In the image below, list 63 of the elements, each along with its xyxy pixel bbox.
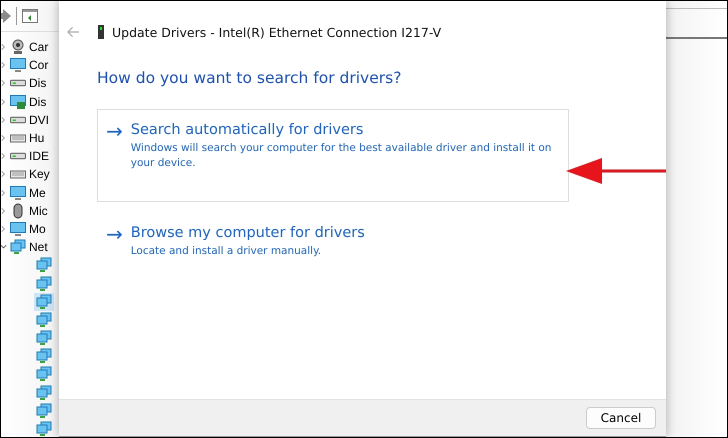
expand-chevron-icon[interactable]	[1, 116, 7, 124]
device-category-label[interactable]: Dis	[29, 76, 46, 90]
monitor-icon	[10, 184, 26, 201]
network-adapter-item[interactable]	[34, 310, 54, 329]
network-adapter-icon	[36, 312, 52, 328]
dialog-title: Update Drivers - Intel(R) Ethernet Connection I217-V	[112, 24, 442, 40]
device-category-label[interactable]: Dis	[29, 94, 46, 109]
monitor-icon	[10, 220, 26, 237]
network-adapter-item[interactable]	[34, 365, 54, 384]
network-adapter-icon	[36, 402, 52, 419]
expand-chevron-icon[interactable]	[1, 134, 7, 142]
driver-search-option[interactable]: → Search automatically for drivers Windows will search your computer for the best available driver and install it on your device.	[97, 109, 569, 202]
dialog-heading: How do you want to search for drivers?	[97, 69, 402, 87]
device-category-label[interactable]: Net	[29, 240, 48, 254]
option-title: Browse my computer for drivers	[130, 225, 365, 241]
network-icon	[10, 239, 26, 256]
option-description: Windows will search your computer for the best available driver and install it on your device.	[130, 141, 552, 171]
expand-chevron-icon[interactable]	[1, 61, 7, 70]
device-category-label[interactable]: Me	[29, 186, 46, 200]
device-category-label[interactable]: DVI	[29, 112, 50, 127]
device-category-label[interactable]: Key	[29, 167, 50, 182]
arrow-glyph: →	[106, 122, 123, 145]
expand-chevron-icon[interactable]	[1, 170, 7, 178]
network-adapter-item[interactable]	[34, 402, 54, 420]
expand-chevron-icon[interactable]	[1, 152, 7, 160]
properties-icon[interactable]	[22, 9, 38, 23]
cancel-button[interactable]: Cancel	[586, 407, 656, 429]
arrow-glyph: →	[106, 225, 123, 248]
device-category-label[interactable]: Cor	[29, 58, 48, 72]
network-adapter-icon	[36, 366, 52, 382]
network-card-icon	[98, 25, 104, 39]
option-description: Locate and install a driver manually.	[130, 244, 322, 259]
network-adapter-item[interactable]	[34, 274, 54, 293]
network-adapter-item[interactable]	[34, 420, 54, 437]
network-adapter-item[interactable]	[34, 256, 54, 274]
expand-chevron-icon[interactable]	[1, 188, 7, 197]
network-adapter-item[interactable]	[34, 292, 54, 311]
display-adapter-icon	[10, 94, 26, 110]
option-title: Search automatically for drivers	[130, 122, 364, 138]
network-adapter-item[interactable]	[34, 347, 54, 366]
network-adapter-icon	[36, 257, 52, 274]
network-adapter-item[interactable]	[34, 384, 54, 402]
webcam-icon	[10, 39, 26, 56]
network-adapter-icon	[36, 421, 52, 437]
device-category-label[interactable]: IDE	[29, 149, 50, 164]
driver-search-option[interactable]: → Browse my computer for drivers Locate and install a driver manually.	[97, 212, 569, 272]
expand-chevron-icon[interactable]	[1, 43, 7, 52]
expand-chevron-icon[interactable]	[1, 79, 7, 88]
expand-chevron-icon[interactable]	[1, 224, 7, 233]
network-adapter-icon	[36, 276, 52, 292]
expand-chevron-icon[interactable]	[1, 206, 7, 215]
back-arrow-icon[interactable]	[67, 26, 80, 38]
monitor-icon	[10, 57, 26, 74]
device-category-label[interactable]: Car	[29, 40, 48, 54]
network-adapter-item[interactable]	[34, 329, 54, 348]
device-category-label[interactable]: Mic	[29, 204, 48, 218]
device-category-label[interactable]: Hu	[29, 131, 44, 146]
network-adapter-icon	[36, 348, 52, 364]
network-adapter-icon	[36, 294, 52, 310]
expand-chevron-icon[interactable]	[1, 98, 7, 106]
device-category-label[interactable]: Mo	[29, 222, 46, 236]
network-adapter-icon	[36, 384, 52, 401]
network-adapter-icon	[36, 330, 52, 346]
